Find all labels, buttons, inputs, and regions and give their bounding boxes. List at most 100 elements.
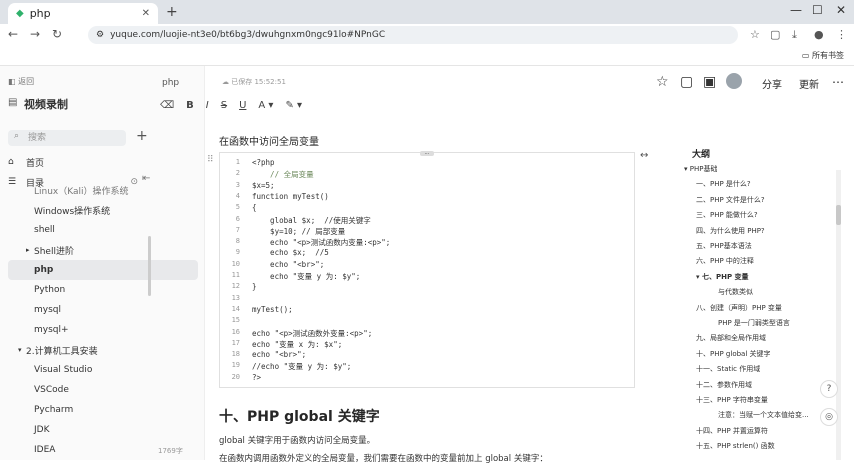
drag-handle-icon[interactable]: ⠿ [207, 155, 214, 165]
outline-item[interactable]: 十四、PHP 并置运算符 [696, 426, 768, 436]
outline-item-label: 十、PHP global 关键字 [696, 349, 771, 358]
sidebar-item-home[interactable]: ⌂ 首页 [8, 152, 198, 172]
present-icon[interactable]: ▣ [703, 74, 716, 90]
outline-item[interactable]: 八、创建（声明）PHP 变量 [696, 303, 782, 313]
outline-item[interactable]: 十二、参数作用域 [696, 380, 752, 390]
doc-breadcrumb[interactable]: php [162, 78, 179, 88]
more-options-icon[interactable]: ⋯ [832, 75, 844, 89]
share-button[interactable]: 分享 [762, 76, 782, 91]
add-doc-button[interactable]: + [136, 128, 148, 144]
highlight-icon[interactable]: ✎ ▾ [285, 100, 302, 116]
outline-item[interactable]: 与代数类似 [718, 287, 753, 297]
avatar[interactable] [726, 73, 742, 89]
sidebar-item-mysql-plus[interactable]: mysql+ [8, 320, 198, 340]
sidebar-item-mysql[interactable]: mysql [8, 300, 198, 320]
code-line[interactable]: echo "<br>"; [252, 260, 324, 269]
sidebar-item-python[interactable]: Python [8, 280, 198, 300]
location-icon[interactable]: ◎ [820, 408, 838, 426]
sidebar-scrollbar[interactable] [148, 236, 151, 296]
code-block[interactable]: ⋯ 1 <?php 2 // 全局变量 3 $x=5; 4 function myTest(… [219, 151, 635, 388]
menu-icon[interactable]: ⋮ [836, 28, 847, 41]
code-line[interactable]: // 全局变量 [252, 169, 314, 180]
maximize-icon[interactable]: ☐ [812, 3, 823, 17]
reload-icon[interactable]: ↻ [52, 27, 62, 41]
sidebar-item-visual-studio[interactable]: Visual Studio [8, 360, 198, 380]
bold-icon[interactable]: B [186, 100, 194, 116]
code-line[interactable]: ?> [252, 373, 261, 382]
outline-item[interactable]: 十三、PHP 字符串变量 [696, 395, 768, 405]
code-line[interactable]: echo "变量 y 为: $y"; [252, 271, 360, 282]
sidebar-item-tools[interactable]: ▾ 2.计算机工具安装 [8, 340, 198, 360]
new-tab-button[interactable]: + [166, 4, 178, 20]
code-line[interactable]: { [252, 203, 257, 212]
code-line[interactable]: $y=10; // 局部变量 [252, 226, 345, 237]
help-icon[interactable]: ? [820, 380, 838, 398]
outline-item[interactable]: 一、PHP 是什么? [696, 179, 751, 189]
outline-item[interactable]: PHP 是一门弱类型语言 [718, 318, 790, 328]
tab-close-icon[interactable]: ✕ [142, 8, 150, 19]
all-bookmarks[interactable]: ▭ 所有书签 [802, 50, 844, 61]
outline-item[interactable]: 十、PHP global 关键字 [696, 349, 771, 359]
extensions-icon[interactable]: ▢ [770, 28, 780, 41]
outline-item[interactable]: 注意：当赋一个文本值给变... [718, 410, 809, 420]
forward-icon[interactable]: → [30, 27, 40, 41]
outline-item[interactable]: 三、PHP 能做什么? [696, 210, 758, 220]
star-icon[interactable]: ☆ [750, 28, 760, 41]
expand-width-icon[interactable]: ↔ [640, 150, 648, 161]
sidebar-item-jdk[interactable]: JDK [8, 420, 198, 440]
strikethrough-icon[interactable]: S [221, 100, 227, 116]
code-line[interactable]: $x=5; [252, 181, 275, 190]
italic-icon[interactable]: I [206, 100, 209, 116]
comment-icon[interactable]: ▢ [680, 74, 693, 90]
chevron-right-icon[interactable]: ▸ [8, 246, 34, 254]
favorite-star-icon[interactable]: ☆ [656, 74, 669, 90]
code-line[interactable]: <?php [252, 158, 275, 167]
sidebar-item-linux[interactable]: Linux（Kali）操作系统 [8, 184, 198, 197]
sidebar-item-php[interactable]: php [8, 260, 198, 280]
url-input[interactable]: ⚙ yuque.com/luojie-nt3e0/bt6bg3/dwuhgnxm… [88, 26, 738, 44]
sidebar-item-vscode[interactable]: VSCode [8, 380, 198, 400]
code-line[interactable]: global $x; //使用关键字 [252, 215, 371, 226]
outline-item[interactable]: 十五、PHP strlen() 函数 [696, 441, 775, 451]
sidebar-item-shell[interactable]: shell [8, 220, 198, 240]
search-icon: ⌕ [14, 131, 20, 141]
back-icon[interactable]: ← [8, 27, 18, 41]
outline-item[interactable]: 四、为什么使用 PHP? [696, 226, 765, 236]
browser-tab[interactable]: ◆ php ✕ [8, 3, 158, 24]
update-button[interactable]: 更新 [799, 76, 819, 91]
outline-item[interactable]: ▾ 七、PHP 变量 [696, 272, 749, 282]
sidebar-search-input[interactable]: 搜索 [8, 130, 126, 146]
code-line[interactable]: myTest(); [252, 305, 293, 314]
code-line[interactable]: } [252, 282, 257, 291]
sidebar-back[interactable]: ◧ 返回 [8, 76, 34, 87]
code-line[interactable]: echo "<p>测试函数外变量:<p>"; [252, 328, 372, 339]
sidebar-item-shell-advanced[interactable]: ▸ Shell进阶 [8, 240, 198, 260]
outline-scrollbar-thumb[interactable] [836, 205, 841, 225]
outline-item[interactable]: ▾ PHP基础 [684, 164, 717, 174]
code-line[interactable]: echo "变量 x 为: $x"; [252, 339, 342, 350]
eraser-icon[interactable]: ⌫ [160, 100, 174, 116]
collapse-icon[interactable]: ⇤ [142, 173, 150, 184]
underline-icon[interactable]: U [239, 100, 246, 116]
outline-item[interactable]: 二、PHP 文件是什么? [696, 195, 765, 205]
code-block-handle-icon[interactable]: ⋯ [420, 151, 434, 157]
code-line[interactable]: //echo "变量 y 为: $y"; [252, 361, 351, 372]
download-icon[interactable]: ⤓ [792, 28, 797, 42]
code-line[interactable]: echo "<p>测试函数内变量:<p>"; [252, 237, 390, 248]
font-color-icon[interactable]: A ▾ [258, 100, 273, 116]
sidebar-item-windows[interactable]: Windows操作系统 [8, 200, 198, 220]
window-close-icon[interactable]: ✕ [836, 3, 846, 17]
profile-icon[interactable]: ● [814, 28, 824, 41]
site-info-icon[interactable]: ⚙ [96, 30, 104, 40]
outline-item[interactable]: 五、PHP基本语法 [696, 241, 752, 251]
minimize-icon[interactable]: — [790, 3, 802, 17]
code-line[interactable]: echo $x; //5 [252, 248, 329, 257]
outline-item[interactable]: 六、PHP 中的注释 [696, 256, 754, 266]
knowledge-base-title[interactable]: 视频录制 [24, 96, 68, 112]
outline-item[interactable]: 十一、Static 作用域 [696, 364, 760, 374]
outline-item[interactable]: 九、局部和全局作用域 [696, 333, 766, 343]
chevron-down-icon[interactable]: ▾ [8, 346, 26, 354]
code-line[interactable]: function myTest() [252, 192, 329, 201]
sidebar-item-pycharm[interactable]: Pycharm [8, 400, 198, 420]
code-line[interactable]: echo "<br>"; [252, 350, 306, 359]
